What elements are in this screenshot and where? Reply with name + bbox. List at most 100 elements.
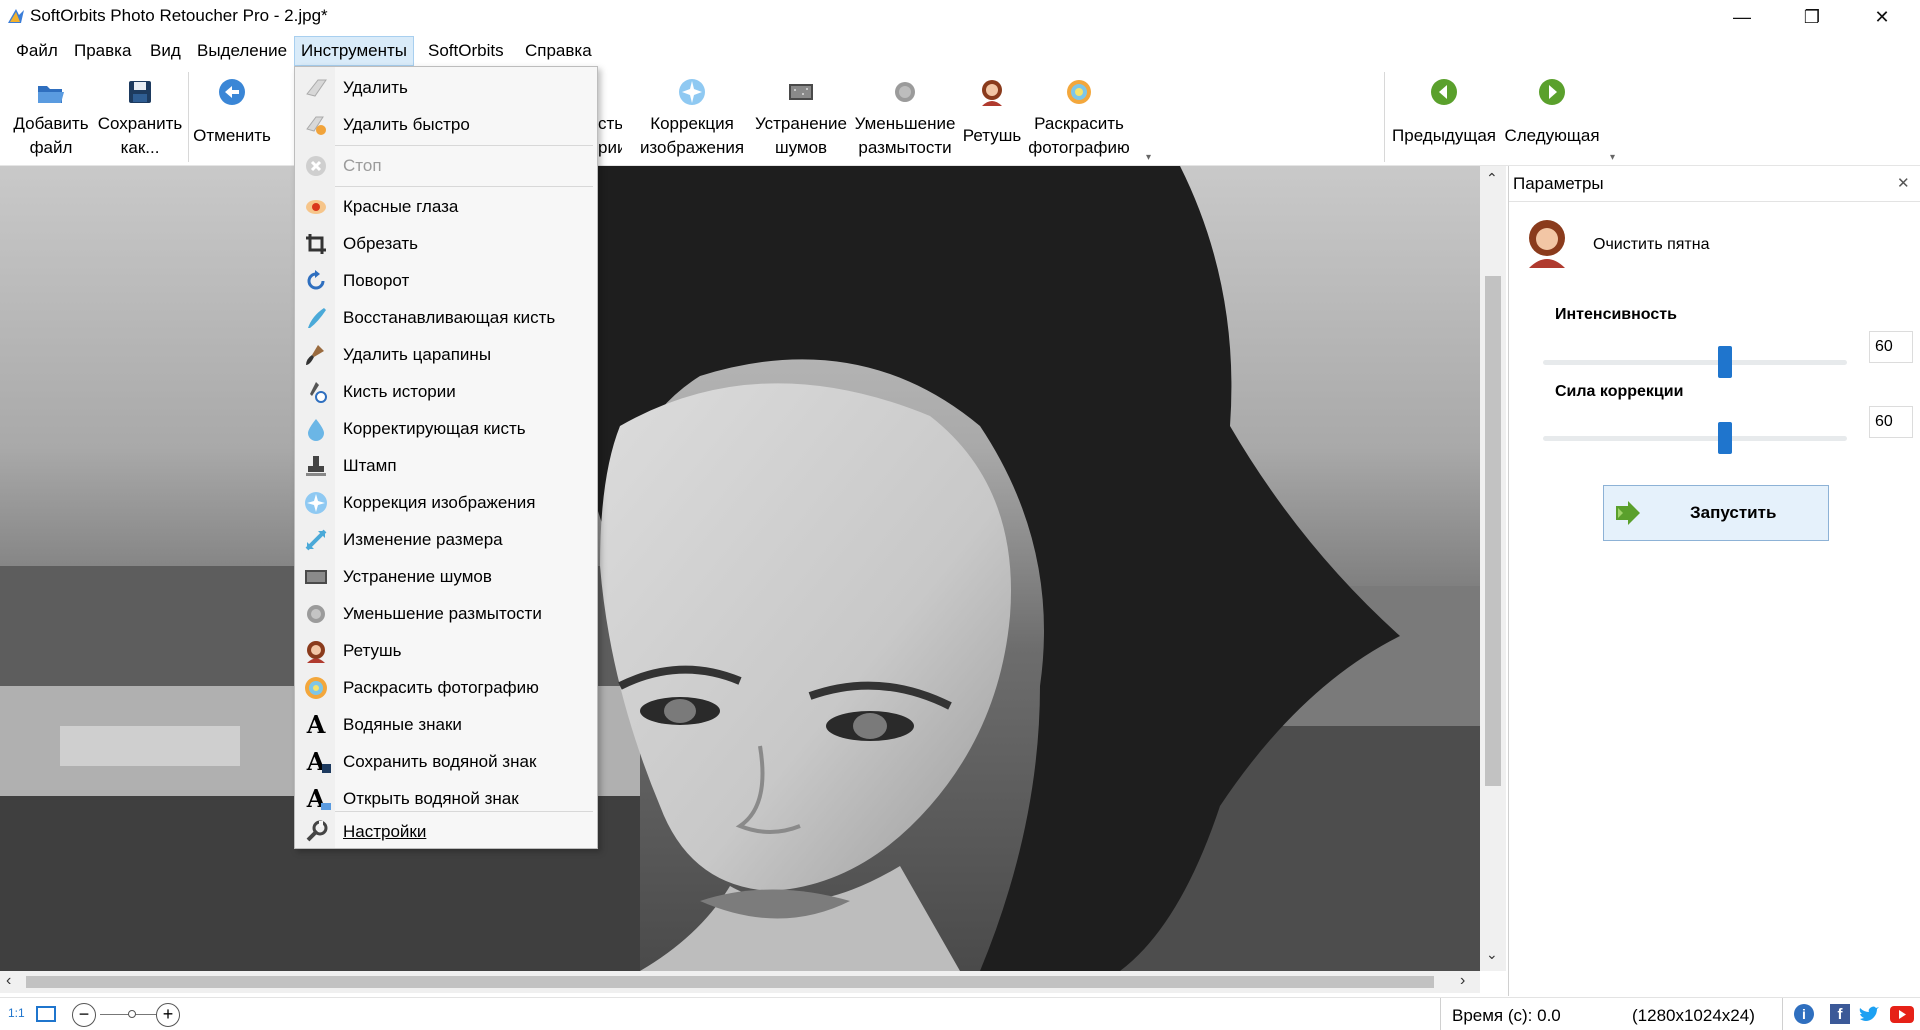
info-icon[interactable]: i [1794,1004,1814,1024]
toolbar: Добавить файл Сохранить как... Отменить … [0,66,1920,209]
menu-item-crop[interactable]: Обрезать [295,225,597,262]
menu-item-save-watermark[interactable]: A Сохранить водяной знак [295,743,597,780]
zoom-ratio-button[interactable]: 1:1 [8,1006,25,1020]
colorize-button[interactable]: Раскрасить фотографию [1026,72,1132,164]
restore-icon: ❐ [1803,6,1821,27]
menu-item-label: Изменение размера [343,529,503,549]
zoom-in-icon[interactable]: + [156,1003,180,1027]
menu-item-retouch[interactable]: Ретушь [295,632,597,669]
vertical-scrollbar[interactable]: ⌃ ⌄ [1480,166,1506,971]
horizontal-scroll-thumb[interactable] [26,976,1434,988]
menu-edit[interactable]: Правка [68,36,137,66]
blur-icon [895,82,915,102]
zoom-out-icon[interactable]: − [72,1003,96,1027]
close-button[interactable]: ✕ [1850,0,1914,34]
menu-separator [335,186,593,187]
menu-item-resize[interactable]: Изменение размера [295,521,597,558]
menu-separator [335,811,593,812]
history-brush-button-clipped[interactable]: сть рии [598,72,622,164]
blur-icon [303,601,329,627]
scroll-left-icon[interactable]: ‹ [6,972,11,990]
minimize-button[interactable]: — [1710,0,1774,34]
intensity-slider[interactable] [1543,346,1847,378]
intensity-value-field[interactable]: 60 [1869,331,1913,363]
menu-item-noise-removal[interactable]: Устранение шумов [295,558,597,595]
save-as-button[interactable]: Сохранить как... [94,72,186,164]
panel-close-icon[interactable]: ✕ [1897,174,1910,192]
scroll-right-icon[interactable]: › [1460,972,1465,990]
correction-strength-slider[interactable] [1543,422,1847,454]
menu-separator [335,145,593,146]
menu-item-healing-brush[interactable]: Восстанавливающая кисть [295,299,597,336]
blur-reduction-button[interactable]: Уменьшение размытости [852,72,958,164]
menu-item-delete-fast[interactable]: Удалить быстро [295,106,597,143]
menu-softorbits[interactable]: SoftOrbits [422,36,510,66]
menu-item-label: Корректирующая кисть [343,418,526,438]
intensity-slider-thumb[interactable] [1718,346,1732,378]
vertical-scroll-thumb[interactable] [1485,276,1501,786]
image-canvas[interactable] [0,166,1480,971]
menu-item-label: Кисть истории [343,381,456,401]
menu-item-stamp[interactable]: Штамп [295,447,597,484]
menu-item-settings[interactable]: Настройки [295,813,597,850]
next-button[interactable]: Следующая [1502,72,1602,164]
close-icon: ✕ [1874,6,1890,27]
previous-arrow-icon [1431,79,1457,105]
image-correction-icon [679,79,705,105]
toolbar-overflow-icon[interactable]: ▾ [1146,152,1151,163]
menu-item-blur-reduction[interactable]: Уменьшение размытости [295,595,597,632]
menu-item-colorize[interactable]: Раскрасить фотографию [295,669,597,706]
menu-item-label: Удалить [343,77,408,97]
menu-item-delete[interactable]: Удалить [295,69,597,106]
correction-value-field[interactable]: 60 [1869,406,1913,438]
image-dimensions: (1280x1024x24) [1632,1006,1755,1025]
youtube-icon[interactable] [1890,1006,1914,1023]
tools-dropdown-menu: Удалить Удалить быстро Стоп Красные глаз… [294,66,598,849]
history-brush-icon [303,379,329,405]
menu-item-red-eye[interactable]: Красные глаза [295,188,597,225]
menu-item-label: Коррекция изображения [343,492,536,512]
eraser-fast-icon [303,112,329,138]
add-file-button[interactable]: Добавить файл [8,72,94,164]
retouch-button[interactable]: Ретушь [960,72,1024,164]
facebook-icon[interactable]: f [1830,1004,1850,1024]
menu-file[interactable]: Файл [10,36,64,66]
twitter-icon[interactable] [1858,1004,1880,1024]
menu-item-stop[interactable]: Стоп [295,147,597,184]
stamp-icon [303,453,329,479]
undo-button[interactable]: Отменить [190,72,274,164]
noise-icon [789,84,813,100]
scratch-brush-icon [303,342,329,368]
correction-slider-thumb[interactable] [1718,422,1732,454]
menu-item-rotate[interactable]: Поворот [295,262,597,299]
intensity-label: Интенсивность [1555,306,1677,323]
save-icon [129,81,151,103]
toolbar-overflow-icon[interactable]: ▾ [1610,152,1615,163]
menu-item-correction-brush[interactable]: Корректирующая кисть [295,410,597,447]
noise-icon [303,564,329,590]
title-bar: SoftOrbits Photo Retoucher Pro - 2.jpg* … [0,0,1920,34]
image-correction-button[interactable]: Коррекция изображения [636,72,748,164]
horizontal-scrollbar[interactable]: ‹ › [0,971,1480,993]
scroll-down-icon[interactable]: ⌄ [1486,946,1498,963]
menu-item-label: Обрезать [343,233,419,253]
fit-screen-icon[interactable] [36,1006,56,1022]
noise-removal-button[interactable]: Устранение шумов [752,72,850,164]
menu-view[interactable]: Вид [144,36,187,66]
run-button[interactable]: Запустить [1603,485,1829,541]
menu-item-watermarks[interactable]: A Водяные знаки [295,706,597,743]
settings-icon [303,819,329,845]
undo-label: Отменить [193,126,271,145]
menu-item-remove-scratches[interactable]: Удалить царапины [295,336,597,373]
scroll-up-icon[interactable]: ⌃ [1486,170,1498,187]
menu-selection[interactable]: Выделение [191,36,293,66]
zoom-slider-thumb[interactable] [128,1010,136,1018]
run-arrow-icon [1616,501,1640,525]
menu-item-history-brush[interactable]: Кисть истории [295,373,597,410]
menu-help[interactable]: Справка [519,36,598,66]
colorize-label-1: Раскрасить [1034,114,1124,133]
previous-button[interactable]: Предыдущая [1388,72,1500,164]
restore-button[interactable]: ❐ [1780,0,1844,34]
menu-item-image-correction[interactable]: Коррекция изображения [295,484,597,521]
menu-tools[interactable]: Инструменты [294,36,415,66]
